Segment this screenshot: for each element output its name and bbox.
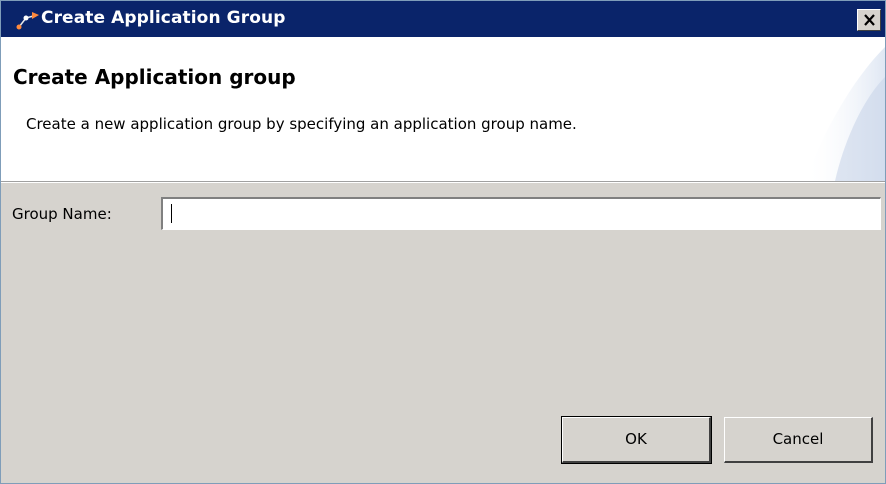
header-divider-highlight: [1, 182, 885, 183]
title-bar[interactable]: Create Application Group: [1, 1, 885, 37]
close-icon: [864, 14, 875, 26]
page-description: Create a new application group by specif…: [26, 115, 577, 133]
ok-button[interactable]: OK: [561, 416, 712, 464]
cancel-button[interactable]: Cancel: [724, 417, 873, 463]
header-banner: Create Application group Create a new ap…: [1, 37, 885, 181]
group-name-label: Group Name:: [12, 205, 112, 223]
app-group-icon: [15, 9, 41, 31]
text-cursor: [171, 204, 172, 223]
banner-decoration: [805, 47, 885, 181]
window-title: Create Application Group: [41, 8, 286, 28]
page-title: Create Application group: [13, 65, 296, 89]
create-application-group-dialog: Create Application Group Create Applicat…: [0, 0, 886, 484]
close-button[interactable]: [857, 9, 881, 31]
group-name-input[interactable]: [161, 197, 881, 230]
